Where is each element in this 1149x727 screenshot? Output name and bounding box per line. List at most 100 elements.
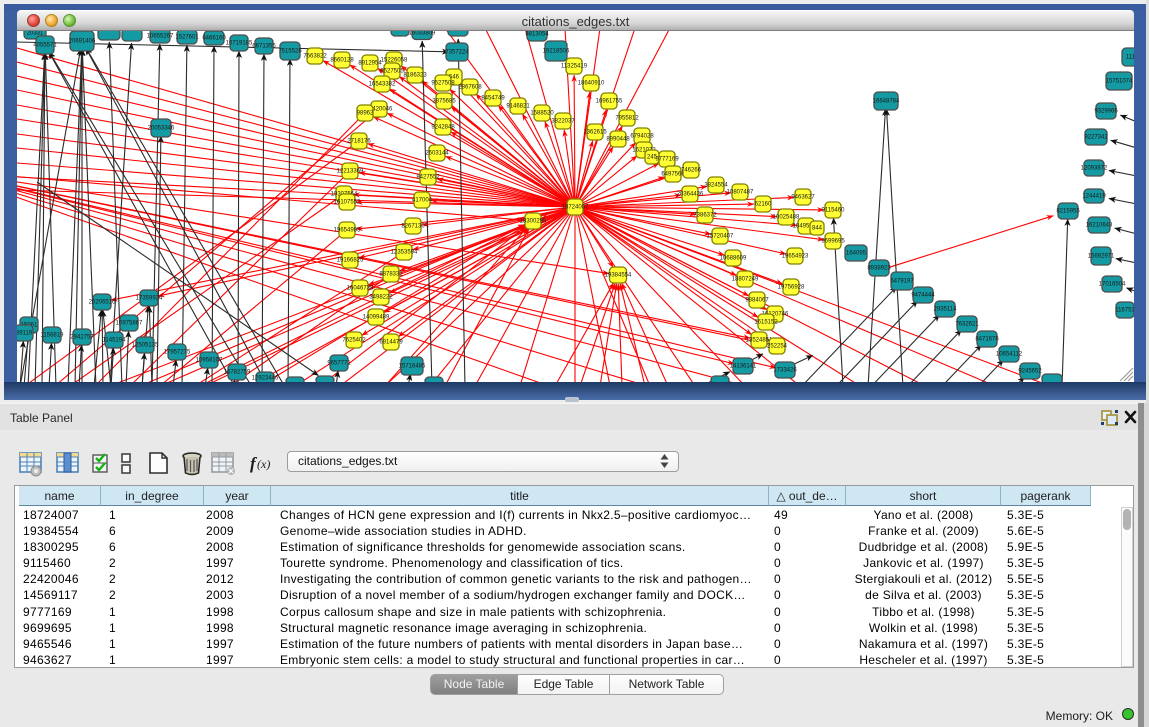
svg-text:1156819: 1156819 [41,333,65,339]
svg-text:15751074: 15751074 [1106,79,1133,85]
svg-text:18724007: 18724007 [562,205,589,211]
svg-text:9227342: 9227342 [1084,135,1108,141]
svg-text:3498222: 3498222 [369,295,393,301]
svg-text:6479197: 6479197 [890,279,914,285]
svg-text:9329966: 9329966 [1094,109,1118,115]
svg-text:2867608: 2867608 [458,85,482,91]
svg-text:9463627: 9463627 [791,195,815,201]
svg-text:1362615: 1362615 [583,130,607,136]
svg-text:20053346: 20053346 [148,126,175,132]
svg-text:19218506: 19218506 [543,49,570,55]
svg-text:15692971: 15692971 [1088,254,1115,260]
svg-text:10025488: 10025488 [773,215,800,221]
svg-text:1145194: 1145194 [103,338,127,344]
svg-text:1588520: 1588520 [530,111,554,117]
svg-text:9242848: 9242848 [431,125,455,131]
svg-text:9474444: 9474444 [911,293,935,299]
svg-text:8267130: 8267130 [401,224,425,230]
svg-text:16961755: 16961755 [596,99,623,105]
svg-text:1615152: 1615152 [754,320,778,326]
svg-text:252254: 252254 [767,344,788,350]
svg-text:9699695: 9699695 [821,239,845,245]
svg-text:116753: 116753 [1115,308,1134,314]
svg-text:10688609: 10688609 [720,256,747,262]
svg-text:3824554: 3824554 [704,183,728,189]
svg-text:18300295: 18300295 [520,219,547,225]
svg-text:7357224: 7357224 [445,50,469,56]
svg-text:12093872: 12093872 [1081,166,1108,172]
svg-text:19654985: 19654985 [334,228,361,234]
svg-text:7663822: 7663822 [303,54,327,60]
svg-text:20364436: 20364436 [677,192,704,198]
svg-text:16648784: 16648784 [873,99,900,105]
svg-text:10719185: 10719185 [226,41,253,47]
svg-text:9884067: 9884067 [745,298,769,304]
svg-text:4055571: 4055571 [33,43,57,49]
svg-text:62160: 62160 [755,202,772,208]
svg-text:9146821: 9146821 [506,104,530,110]
svg-text:12923446: 12923446 [252,376,279,382]
svg-text:1733426: 1733426 [773,368,797,374]
svg-text:19654923: 19654923 [782,254,809,260]
svg-text:2935114: 2935114 [934,307,958,313]
svg-text:2603144: 2603144 [425,151,449,157]
svg-text:11325419: 11325419 [561,64,588,70]
svg-text:19756928: 19756928 [778,285,805,291]
svg-text:15720407: 15720407 [707,234,734,240]
svg-text:9527505: 9527505 [380,69,404,75]
svg-text:18640910: 18640910 [578,81,605,87]
svg-text:17016504: 17016504 [1099,282,1126,288]
svg-text:10958107: 10958107 [196,358,223,364]
svg-text:16046738: 16046738 [347,286,374,292]
svg-text:9657771: 9657771 [327,361,351,367]
svg-text:6794028: 6794028 [630,134,654,140]
svg-text:7386372: 7386372 [693,213,717,219]
svg-text:16107552: 16107552 [334,200,361,206]
svg-text:6671355: 6671355 [252,44,276,50]
svg-text:10654112: 10654112 [996,352,1023,358]
svg-text:1527601: 1527601 [175,35,199,41]
svg-text:9245652: 9245652 [1018,369,1042,375]
svg-text:6466160: 6466160 [202,36,226,42]
svg-text:10975867: 10975867 [116,321,143,327]
svg-text:16210643: 16210643 [1086,223,1113,229]
svg-text:(x): (x) [257,457,270,471]
svg-text:14136141: 14136141 [730,364,757,370]
svg-text:3875685: 3875685 [432,99,456,105]
svg-text:8186323: 8186323 [403,73,427,79]
svg-text:7625402: 7625402 [342,338,366,344]
svg-text:10655267: 10655267 [147,34,174,40]
svg-text:3822037: 3822037 [551,119,575,125]
svg-text:20206516: 20206516 [89,300,116,306]
svg-text:17957275: 17957275 [164,350,191,356]
svg-text:417004: 417004 [412,198,433,204]
svg-text:16033809: 16033809 [409,31,436,37]
svg-text:12213369: 12213369 [337,169,364,175]
svg-text:9777169: 9777169 [655,157,679,163]
svg-text:16543382: 16543382 [369,82,396,88]
svg-text:8427552: 8427552 [416,175,440,181]
svg-text:8471676: 8471676 [975,337,999,343]
svg-text:9527508: 9527508 [431,81,455,87]
svg-text:1244419: 1244419 [1082,194,1106,200]
svg-text:20691406: 20691406 [69,39,96,45]
svg-text:7955812: 7955812 [615,116,639,122]
svg-text:164095: 164095 [846,251,867,257]
svg-text:8813054: 8813054 [525,32,549,38]
svg-text:7515526: 7515526 [278,49,302,55]
svg-text:1112: 1112 [1126,55,1134,61]
svg-text:10807487: 10807487 [727,190,754,196]
svg-text:8912954: 8912954 [358,61,382,67]
svg-text:844: 844 [812,226,823,232]
svg-text:6914479: 6914479 [379,340,403,346]
svg-text:2942757: 2942757 [70,335,94,341]
svg-text:8938923: 8938923 [867,266,891,272]
svg-text:8215955: 8215955 [1056,209,1080,215]
svg-text:19384554: 19384554 [605,273,632,279]
svg-text:8660128: 8660128 [330,58,354,64]
svg-text:8454749: 8454749 [481,96,505,102]
svg-text:2718176: 2718176 [347,139,371,145]
svg-text:7632621: 7632621 [955,322,979,328]
svg-text:18807249: 18807249 [732,277,759,283]
svg-text:12353594: 12353594 [391,250,418,256]
